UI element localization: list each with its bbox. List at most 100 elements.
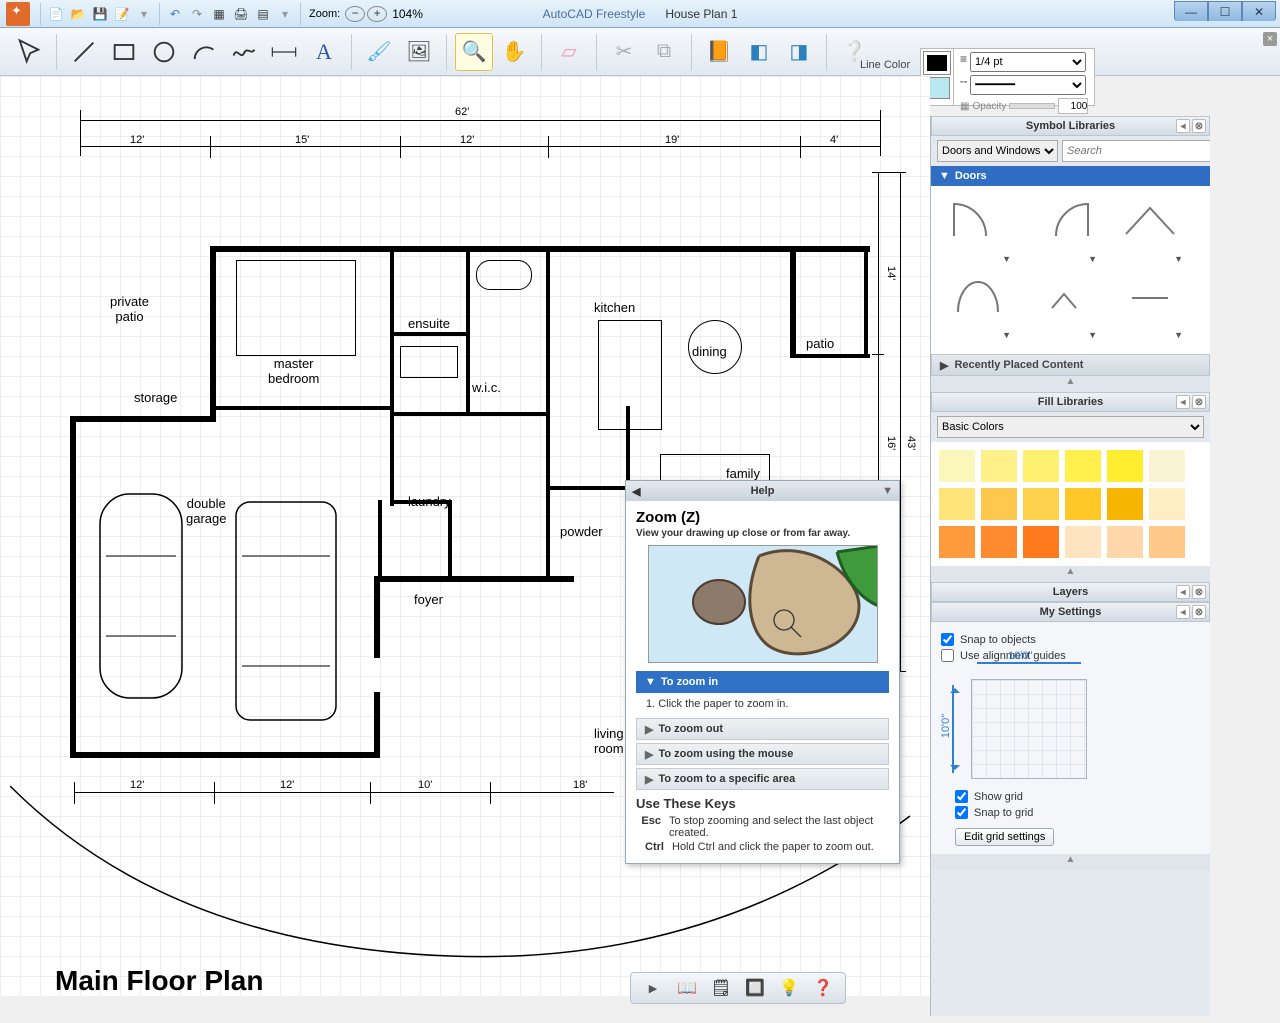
bring-front-icon[interactable]: ◧ [740,33,778,71]
line-style-select[interactable]: ━━━━━━ [970,75,1086,95]
symbol-door[interactable]: ▼ [1021,270,1107,346]
save-icon[interactable]: 💾 [90,4,110,24]
line-color-label: Line Color [860,59,926,71]
undo-icon[interactable]: ↶ [165,4,185,24]
recent-icon[interactable]: ▤ [253,4,273,24]
collapse-up-icon[interactable]: ▲ [931,566,1210,582]
question-icon[interactable]: ❓ [809,976,837,1000]
layers-header[interactable]: Layers ◂⊗ [931,582,1210,602]
panel-close-icon[interactable]: × [1263,32,1277,46]
pan-tool-icon[interactable]: ✋ [495,33,533,71]
notes-icon[interactable]: 🗒 [707,976,735,1000]
fill-lib-select[interactable]: Basic Colors [937,416,1204,438]
zoom-out-icon[interactable]: − [345,6,365,22]
select-tool-icon[interactable] [10,33,48,71]
text-tool-icon[interactable]: A [305,33,343,71]
symbol-grid: ▼ ▼ ▼ ▼ ▼ ▼ [931,186,1210,354]
line-tool-icon[interactable] [65,33,103,71]
arc-tool-icon[interactable] [185,33,223,71]
align-guides-checkbox[interactable]: Use alignment guides [941,649,1200,662]
eraser-tool-icon[interactable]: ▱ [550,33,588,71]
zoom-label: Zoom: [309,8,340,20]
help-sec-zoom-out[interactable]: ▶To zoom out [636,718,889,740]
print-icon[interactable]: 🖨 [231,4,251,24]
play-icon[interactable]: ▶ [639,976,667,1000]
color-swatch[interactable] [1149,450,1185,482]
color-swatch[interactable] [981,526,1017,558]
chevron-left-icon: ◀ [632,485,640,498]
color-swatch[interactable] [1065,488,1101,520]
dimension-tool-icon[interactable] [265,33,303,71]
snap-grid-checkbox[interactable]: Snap to grid [955,806,1054,819]
recent-content-header[interactable]: ▶Recently Placed Content [931,354,1210,376]
zoom-in-icon[interactable]: + [367,6,387,22]
new-file-icon[interactable]: 📄 [46,4,66,24]
color-swatch[interactable] [1023,488,1059,520]
cut-tool-icon[interactable]: ✂ [605,33,643,71]
color-swatch[interactable] [1107,526,1143,558]
color-swatch[interactable] [1107,450,1143,482]
symbol-libraries-header[interactable]: Symbol Libraries ◂⊗ [931,116,1210,136]
send-back-icon[interactable]: ◨ [780,33,818,71]
symbol-door[interactable]: ▼ [935,270,1021,346]
opacity-input[interactable] [1058,98,1088,114]
color-swatch[interactable] [939,488,975,520]
color-swatch[interactable] [981,488,1017,520]
rect-tool-icon[interactable] [105,33,143,71]
symbol-door[interactable]: ▼ [1107,270,1193,346]
symbol-door[interactable]: ▼ [935,194,1021,270]
components-icon[interactable]: 🔲 [741,976,769,1000]
bottom-toolbar: ▶ 📖 🗒 🔲 💡 ❓ [630,972,846,1004]
opacity-slider[interactable] [1009,103,1055,109]
color-swatch[interactable] [1149,488,1185,520]
line-weight-select[interactable]: 1/4 pt [970,52,1086,72]
color-swatch[interactable] [1023,526,1059,558]
library-select[interactable]: Doors and Windows [937,140,1058,162]
snap-objects-checkbox[interactable]: Snap to objects [941,633,1200,646]
bulb-icon[interactable]: 💡 [775,976,803,1000]
help-sec-zoom-mouse[interactable]: ▶To zoom using the mouse [636,743,889,765]
paint-tool-icon[interactable]: 🖌 [360,33,398,71]
edit-icon[interactable]: 📝 [112,4,132,24]
maximize-button[interactable]: ☐ [1208,1,1242,21]
zoom-tool-icon[interactable]: 🔍 [455,33,493,71]
open-file-icon[interactable]: 📂 [68,4,88,24]
search-input[interactable] [1062,140,1210,162]
my-settings-header[interactable]: My Settings ◂⊗ [931,602,1210,622]
color-swatch[interactable] [1023,450,1059,482]
zoom-value: 104% [392,7,423,21]
linestyle-icon: ╌ [960,75,967,95]
color-swatch[interactable] [1149,526,1185,558]
collapse-up-icon[interactable]: ▲ [931,854,1210,870]
symbol-door[interactable]: ▼ [1107,194,1193,270]
redo-icon[interactable]: ↷ [187,4,207,24]
props-icon[interactable]: ▦ [209,4,229,24]
category-doors[interactable]: ▼Doors [931,166,1210,186]
lineweight-icon: ≡ [960,52,967,72]
freehand-tool-icon[interactable] [225,33,263,71]
help-sec-zoom-area[interactable]: ▶To zoom to a specific area [636,768,889,790]
minimize-button[interactable]: — [1174,1,1208,21]
color-swatch[interactable] [1107,488,1143,520]
show-grid-checkbox[interactable]: Show grid [955,790,1054,803]
help-panel-header[interactable]: ◀ Help ▼ [626,481,899,501]
fill-libraries-header[interactable]: Fill Libraries ◂⊗ [931,392,1210,412]
help-sec-zoom-in[interactable]: ▼To zoom in [636,671,889,693]
color-swatch[interactable] [1065,526,1101,558]
color-swatch[interactable] [939,526,975,558]
copy-tool-icon[interactable]: ⧉ [645,33,683,71]
flip-icon[interactable]: 📙 [700,33,738,71]
chevron-down-icon: ▼ [882,485,893,497]
close-button[interactable]: ✕ [1242,1,1276,21]
collapse-up-icon[interactable]: ▲ [931,376,1210,392]
color-swatch[interactable] [1065,450,1101,482]
symbol-door[interactable]: ▼ [1021,194,1107,270]
color-swatch[interactable] [939,450,975,482]
circle-tool-icon[interactable] [145,33,183,71]
color-swatch[interactable] [981,450,1017,482]
line-color-swatch[interactable] [924,52,950,74]
opacity-label: Opacity [972,101,1006,112]
image-tool-icon[interactable]: 🖼 [400,33,438,71]
edit-grid-button[interactable]: Edit grid settings [955,828,1054,846]
book-icon[interactable]: 📖 [673,976,701,1000]
